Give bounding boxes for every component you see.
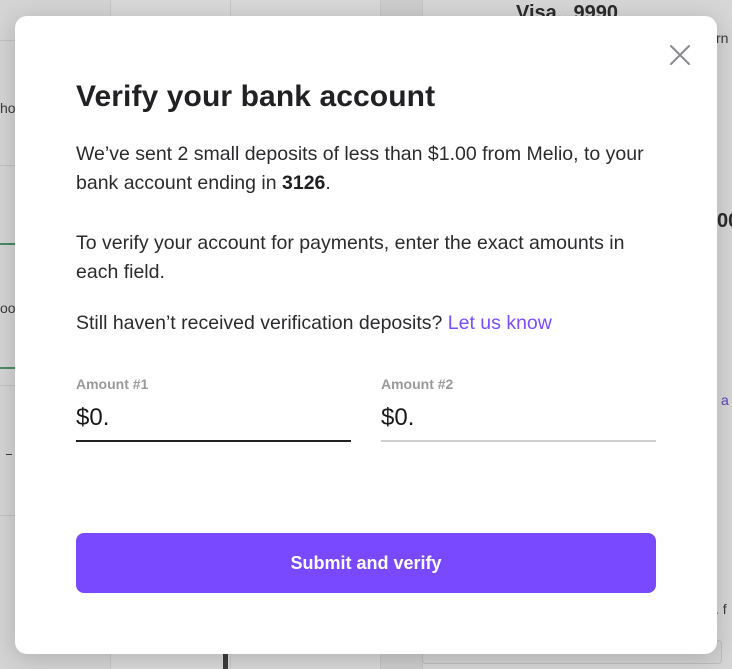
background-text: oo (0, 300, 16, 316)
help-line: Still haven’t received verification depo… (76, 309, 666, 338)
background-bar (223, 654, 228, 669)
amount-2-field: Amount #2 (381, 376, 656, 442)
deposit-text-end: . (325, 172, 331, 194)
background-text: ho (0, 100, 16, 116)
account-last4: 3126 (282, 172, 326, 194)
modal-title: Verify your bank account (76, 80, 436, 113)
close-button[interactable] (665, 40, 695, 70)
deposit-description: We’ve sent 2 small deposits of less than… (76, 140, 666, 198)
amount-1-label: Amount #1 (76, 376, 149, 392)
let-us-know-link[interactable]: Let us know (448, 312, 552, 334)
help-text: Still haven’t received verification depo… (76, 312, 443, 334)
close-icon (670, 45, 690, 65)
background-text: rn (716, 30, 729, 46)
deposit-text: We’ve sent 2 small deposits of less than… (76, 143, 644, 194)
verify-bank-modal: Verify your bank account We’ve sent 2 sm… (15, 16, 717, 654)
background-link: a (721, 392, 729, 408)
instruction-text: To verify your account for payments, ent… (76, 232, 625, 283)
submit-verify-button[interactable]: Submit and verify (76, 533, 656, 593)
background-dash (6, 454, 12, 455)
background-amount: 00 (717, 210, 732, 232)
amount-2-input[interactable] (381, 402, 656, 442)
amount-1-input[interactable] (76, 402, 351, 442)
amount-1-field: Amount #1 (76, 376, 351, 442)
amount-2-label: Amount #2 (381, 376, 454, 392)
